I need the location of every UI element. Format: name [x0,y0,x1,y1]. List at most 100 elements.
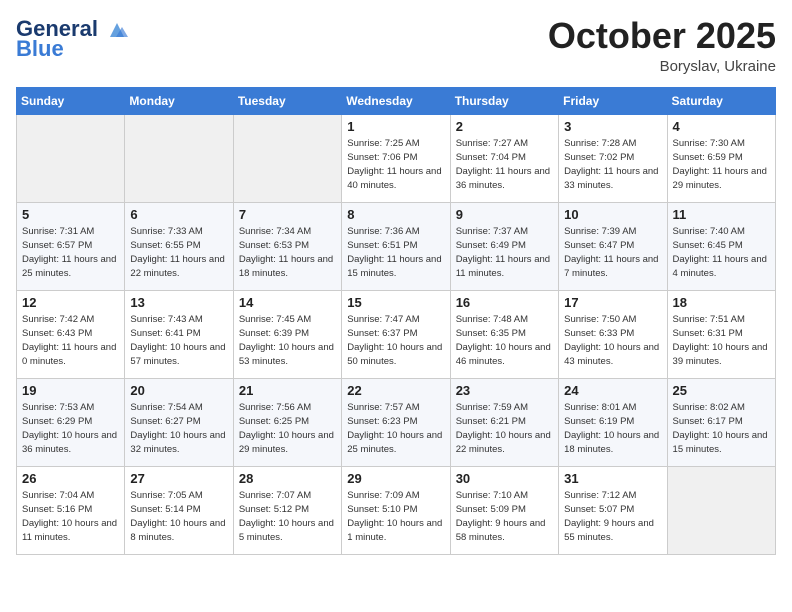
calendar-day-cell: 9 Sunrise: 7:37 AM Sunset: 6:49 PM Daylig… [450,202,558,290]
day-number: 13 [130,295,227,310]
logo-icon [106,19,128,41]
day-of-week-header: Thursday [450,87,558,114]
day-number: 9 [456,207,553,222]
day-info: Sunrise: 7:57 AM Sunset: 6:23 PM Dayligh… [347,401,444,458]
day-number: 6 [130,207,227,222]
calendar-day-cell: 27 Sunrise: 7:05 AM Sunset: 5:14 PM Dayli… [125,466,233,554]
day-number: 27 [130,471,227,486]
day-number: 8 [347,207,444,222]
day-of-week-header: Tuesday [233,87,341,114]
day-number: 24 [564,383,661,398]
calendar-day-cell: 14 Sunrise: 7:45 AM Sunset: 6:39 PM Dayli… [233,290,341,378]
day-number: 19 [22,383,119,398]
day-number: 7 [239,207,336,222]
day-info: Sunrise: 7:53 AM Sunset: 6:29 PM Dayligh… [22,401,119,458]
day-info: Sunrise: 7:42 AM Sunset: 6:43 PM Dayligh… [22,313,119,370]
calendar-day-cell: 20 Sunrise: 7:54 AM Sunset: 6:27 PM Dayli… [125,378,233,466]
calendar-day-cell: 23 Sunrise: 7:59 AM Sunset: 6:21 PM Dayli… [450,378,558,466]
day-number: 16 [456,295,553,310]
day-number: 31 [564,471,661,486]
day-number: 10 [564,207,661,222]
day-info: Sunrise: 7:05 AM Sunset: 5:14 PM Dayligh… [130,489,227,546]
calendar-day-cell: 22 Sunrise: 7:57 AM Sunset: 6:23 PM Dayli… [342,378,450,466]
day-info: Sunrise: 7:31 AM Sunset: 6:57 PM Dayligh… [22,225,119,282]
calendar-day-cell [125,114,233,202]
day-number: 30 [456,471,553,486]
day-number: 15 [347,295,444,310]
day-info: Sunrise: 7:09 AM Sunset: 5:10 PM Dayligh… [347,489,444,546]
day-number: 29 [347,471,444,486]
day-number: 1 [347,119,444,134]
day-info: Sunrise: 7:59 AM Sunset: 6:21 PM Dayligh… [456,401,553,458]
day-info: Sunrise: 7:28 AM Sunset: 7:02 PM Dayligh… [564,137,661,194]
calendar-day-cell: 8Sunrise: 7:36 AM Sunset: 6:51 PM Daylig… [342,202,450,290]
day-number: 20 [130,383,227,398]
day-of-week-header: Monday [125,87,233,114]
day-number: 23 [456,383,553,398]
day-info: Sunrise: 7:27 AM Sunset: 7:04 PM Dayligh… [456,137,553,194]
calendar-day-cell: 17Sunrise: 7:50 AM Sunset: 6:33 PM Dayli… [559,290,667,378]
day-info: Sunrise: 7:48 AM Sunset: 6:35 PM Dayligh… [456,313,553,370]
day-number: 28 [239,471,336,486]
day-info: Sunrise: 7:30 AM Sunset: 6:59 PM Dayligh… [673,137,770,194]
day-number: 22 [347,383,444,398]
calendar-week-row: 26Sunrise: 7:04 AM Sunset: 5:16 PM Dayli… [17,466,776,554]
day-number: 25 [673,383,770,398]
day-of-week-header: Saturday [667,87,775,114]
day-info: Sunrise: 7:07 AM Sunset: 5:12 PM Dayligh… [239,489,336,546]
calendar-day-cell: 2Sunrise: 7:27 AM Sunset: 7:04 PM Daylig… [450,114,558,202]
day-number: 11 [673,207,770,222]
day-number: 5 [22,207,119,222]
calendar-day-cell [667,466,775,554]
calendar-day-cell: 19 Sunrise: 7:53 AM Sunset: 6:29 PM Dayli… [17,378,125,466]
calendar-day-cell: 5 Sunrise: 7:31 AM Sunset: 6:57 PM Daylig… [17,202,125,290]
day-info: Sunrise: 7:10 AM Sunset: 5:09 PM Dayligh… [456,489,553,546]
day-info: Sunrise: 7:39 AM Sunset: 6:47 PM Dayligh… [564,225,661,282]
day-info: Sunrise: 7:25 AM Sunset: 7:06 PM Dayligh… [347,137,444,194]
calendar-day-cell: 1 Sunrise: 7:25 AM Sunset: 7:06 PM Daylig… [342,114,450,202]
day-info: Sunrise: 7:33 AM Sunset: 6:55 PM Dayligh… [130,225,227,282]
calendar-day-cell: 15 Sunrise: 7:47 AM Sunset: 6:37 PM Dayli… [342,290,450,378]
calendar-day-cell: 18 Sunrise: 7:51 AM Sunset: 6:31 PM Dayli… [667,290,775,378]
day-number: 17 [564,295,661,310]
calendar-day-cell: 21Sunrise: 7:56 AM Sunset: 6:25 PM Dayli… [233,378,341,466]
calendar-day-cell: 29 Sunrise: 7:09 AM Sunset: 5:10 PM Dayli… [342,466,450,554]
day-info: Sunrise: 7:34 AM Sunset: 6:53 PM Dayligh… [239,225,336,282]
day-number: 18 [673,295,770,310]
calendar-day-cell: 28 Sunrise: 7:07 AM Sunset: 5:12 PM Dayli… [233,466,341,554]
title-block: October 2025 Boryslav, Ukraine [548,16,776,75]
day-info: Sunrise: 8:02 AM Sunset: 6:17 PM Dayligh… [673,401,770,458]
calendar-week-row: 1 Sunrise: 7:25 AM Sunset: 7:06 PM Daylig… [17,114,776,202]
calendar-day-cell: 7 Sunrise: 7:34 AM Sunset: 6:53 PM Daylig… [233,202,341,290]
calendar-day-cell: 4 Sunrise: 7:30 AM Sunset: 6:59 PM Daylig… [667,114,775,202]
day-info: Sunrise: 7:37 AM Sunset: 6:49 PM Dayligh… [456,225,553,282]
day-of-week-header: Wednesday [342,87,450,114]
day-info: Sunrise: 7:43 AM Sunset: 6:41 PM Dayligh… [130,313,227,370]
calendar-day-cell: 11 Sunrise: 7:40 AM Sunset: 6:45 PM Dayli… [667,202,775,290]
day-info: Sunrise: 8:01 AM Sunset: 6:19 PM Dayligh… [564,401,661,458]
calendar-day-cell: 26Sunrise: 7:04 AM Sunset: 5:16 PM Dayli… [17,466,125,554]
calendar-week-row: 12Sunrise: 7:42 AM Sunset: 6:43 PM Dayli… [17,290,776,378]
day-info: Sunrise: 7:51 AM Sunset: 6:31 PM Dayligh… [673,313,770,370]
calendar-day-cell: 24 Sunrise: 8:01 AM Sunset: 6:19 PM Dayli… [559,378,667,466]
day-info: Sunrise: 7:45 AM Sunset: 6:39 PM Dayligh… [239,313,336,370]
calendar-day-cell: 10 Sunrise: 7:39 AM Sunset: 6:47 PM Dayli… [559,202,667,290]
calendar-day-cell: 3 Sunrise: 7:28 AM Sunset: 7:02 PM Daylig… [559,114,667,202]
calendar-day-cell: 30 Sunrise: 7:10 AM Sunset: 5:09 PM Dayli… [450,466,558,554]
calendar-day-cell: 13 Sunrise: 7:43 AM Sunset: 6:41 PM Dayli… [125,290,233,378]
calendar-day-cell [233,114,341,202]
day-number: 3 [564,119,661,134]
day-info: Sunrise: 7:54 AM Sunset: 6:27 PM Dayligh… [130,401,227,458]
day-of-week-header: Friday [559,87,667,114]
logo: General Blue [16,16,128,61]
day-number: 4 [673,119,770,134]
day-info: Sunrise: 7:40 AM Sunset: 6:45 PM Dayligh… [673,225,770,282]
calendar-day-cell: 16 Sunrise: 7:48 AM Sunset: 6:35 PM Dayli… [450,290,558,378]
calendar-day-cell: 31 Sunrise: 7:12 AM Sunset: 5:07 PM Dayli… [559,466,667,554]
day-info: Sunrise: 7:56 AM Sunset: 6:25 PM Dayligh… [239,401,336,458]
day-info: Sunrise: 7:47 AM Sunset: 6:37 PM Dayligh… [347,313,444,370]
day-of-week-header: Sunday [17,87,125,114]
day-info: Sunrise: 7:12 AM Sunset: 5:07 PM Dayligh… [564,489,661,546]
day-number: 14 [239,295,336,310]
calendar-week-row: 5 Sunrise: 7:31 AM Sunset: 6:57 PM Daylig… [17,202,776,290]
